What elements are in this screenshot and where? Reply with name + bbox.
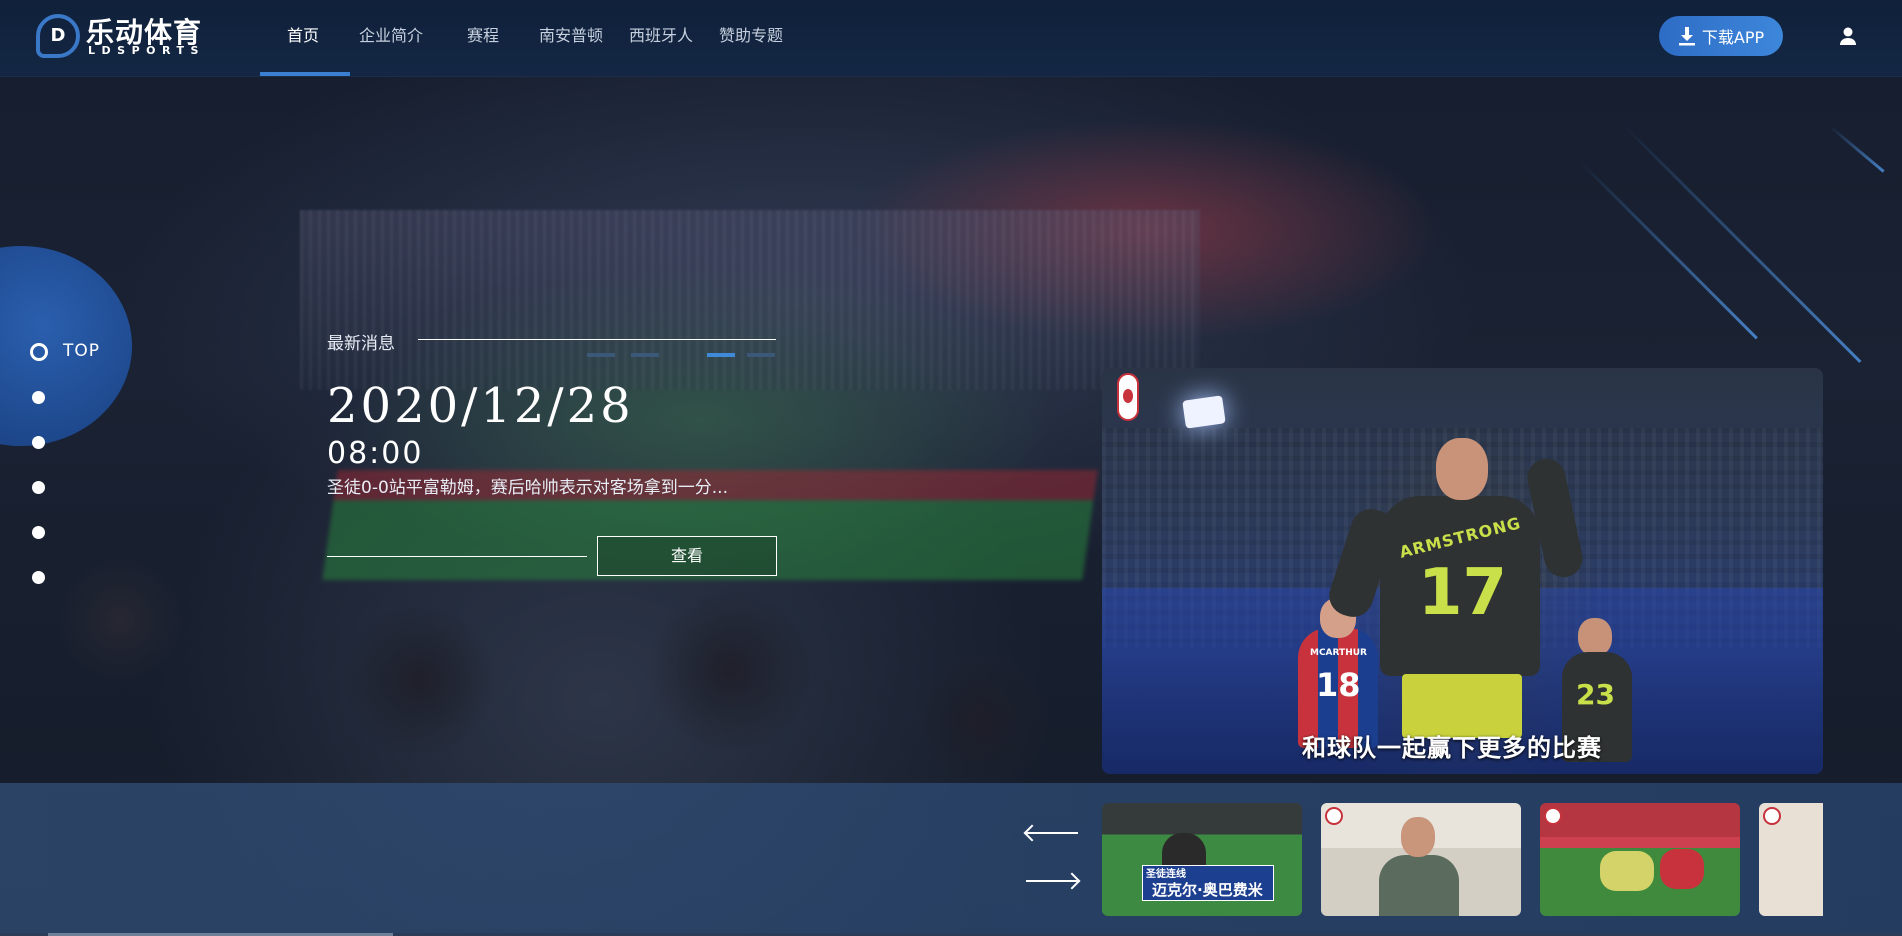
thumb-label-main: 迈克尔·奥巴费米	[1152, 881, 1263, 899]
thumb-figure	[1379, 855, 1459, 916]
news-view-divider	[327, 556, 587, 557]
news-pager-dot[interactable]	[587, 353, 615, 357]
news-divider	[418, 339, 776, 340]
news-pager-dot-active[interactable]	[707, 353, 735, 357]
news-view-button[interactable]: 查看	[597, 536, 777, 576]
news-date: 2020/12/28	[327, 378, 634, 434]
decor-stripe	[1618, 120, 1862, 363]
download-icon	[1678, 27, 1695, 46]
gallery-thumb[interactable]	[1321, 803, 1521, 916]
site-header: D 乐动体育 LDSPORTS 首页 企业简介 赛程 南安普顿 西班牙人 赞助专…	[0, 0, 1902, 77]
user-icon[interactable]	[1838, 26, 1858, 46]
side-nav-top-label[interactable]: TOP	[63, 341, 100, 361]
player-head	[1436, 438, 1488, 500]
nav-active-indicator	[260, 72, 350, 76]
nav-item-sponsorship[interactable]: 赞助专题	[719, 0, 783, 76]
side-nav-dot[interactable]	[32, 526, 45, 539]
news-headline[interactable]: 圣徒0-0站平富勒姆，赛后哈帅表示对客场拿到一分...	[327, 473, 728, 498]
gallery-prev-arrow-icon[interactable]	[1022, 823, 1080, 843]
player-right-number: 23	[1576, 678, 1615, 711]
feature-player-main: ARMSTRONG 17	[1324, 438, 1587, 774]
nav-item-southampton[interactable]: 南安普顿	[539, 0, 603, 76]
gallery-thumb[interactable]	[1759, 803, 1823, 916]
club-badge-icon	[1763, 807, 1781, 825]
download-label: 下载APP	[1701, 28, 1765, 47]
side-nav-dot[interactable]	[32, 391, 45, 404]
thumb-figure	[1660, 849, 1704, 889]
nav-item-home[interactable]: 首页	[287, 0, 319, 76]
thumb-label-top: 圣徒连线	[1146, 869, 1186, 880]
feature-floodlight	[1182, 395, 1226, 429]
news-time: 08:00	[327, 436, 424, 471]
gallery-next-arrow-icon[interactable]	[1022, 871, 1081, 891]
side-nav-dot[interactable]	[32, 571, 45, 584]
featured-video[interactable]: MCARTHUR 18 23 ARMSTRONG 17 和球队一起赢下更多的比赛	[1102, 368, 1823, 774]
nav-item-company[interactable]: 企业简介	[359, 0, 423, 76]
decor-stripe	[1829, 125, 1885, 173]
club-badge-icon	[1544, 807, 1562, 825]
news-pager-dot[interactable]	[747, 353, 775, 357]
side-nav-dot[interactable]	[32, 436, 45, 449]
arrow-head	[1023, 824, 1041, 842]
stadium-stand	[300, 210, 1200, 390]
gallery-thumb[interactable]: 圣徒连线 迈克尔·奥巴费米	[1102, 803, 1302, 916]
decor-stripe	[1578, 160, 1758, 340]
side-nav-top-ring-icon[interactable]	[30, 343, 48, 361]
side-nav-dot[interactable]	[32, 481, 45, 494]
player-head	[1578, 618, 1612, 656]
download-app-button[interactable]: 下载APP	[1659, 16, 1783, 56]
nav-item-schedule[interactable]: 赛程	[467, 0, 499, 76]
club-badge-icon	[1325, 807, 1343, 825]
thumb-figure	[1600, 851, 1654, 891]
gallery-thumb[interactable]	[1540, 803, 1740, 916]
thumb-figure-head	[1401, 817, 1435, 857]
feature-caption: 和球队一起赢下更多的比赛	[1302, 734, 1602, 762]
nav-item-espanyol[interactable]: 西班牙人	[629, 0, 693, 76]
logo-name-en: LDSPORTS	[88, 44, 205, 57]
news-pager-dot[interactable]	[631, 353, 659, 357]
logo-mark: D	[36, 14, 80, 58]
arrow-head	[1063, 872, 1081, 890]
club-badge-icon	[1117, 373, 1139, 421]
news-section-label: 最新消息	[327, 334, 395, 354]
player-main-number: 17	[1418, 556, 1508, 630]
